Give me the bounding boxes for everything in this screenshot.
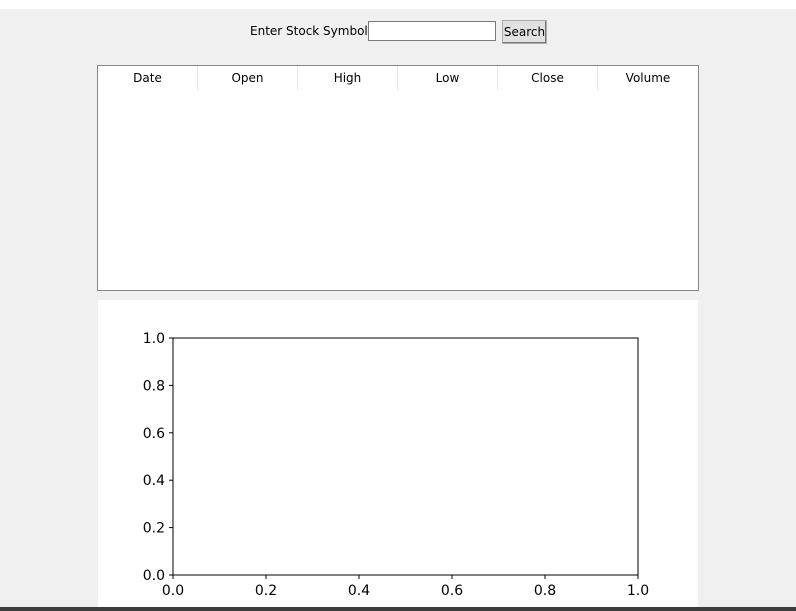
search-label: Enter Stock Symbol: — [250, 24, 372, 38]
search-bar: Enter Stock Symbol: Search — [0, 20, 796, 44]
y-tick-label: 0.0 — [143, 568, 165, 584]
bottom-strip — [0, 607, 796, 611]
column-header-date[interactable]: Date — [98, 66, 198, 90]
y-tick-label: 0.6 — [143, 426, 165, 442]
x-tick-label: 0.2 — [255, 583, 277, 599]
x-tick-label: 0.0 — [162, 583, 184, 599]
x-tick-label: 0.6 — [441, 583, 463, 599]
column-header-open[interactable]: Open — [198, 66, 298, 90]
column-header-low[interactable]: Low — [398, 66, 498, 90]
y-tick-label: 0.8 — [143, 378, 165, 394]
app-window: Enter Stock Symbol: Search Date Open Hig… — [0, 0, 796, 611]
plot-area — [172, 337, 639, 576]
title-strip — [0, 0, 796, 9]
x-tick-label: 0.8 — [534, 583, 556, 599]
search-button[interactable]: Search — [502, 20, 547, 44]
column-header-volume[interactable]: Volume — [598, 66, 698, 90]
x-tick-label: 0.4 — [348, 583, 370, 599]
table-header: Date Open High Low Close Volume — [98, 66, 698, 90]
stock-chart: 0.0 0.2 0.4 0.6 0.8 1.0 0.0 0.2 0.4 0.6 0.8 1.0 — [143, 331, 649, 599]
x-tick-label: 1.0 — [627, 583, 649, 599]
table-body — [98, 90, 698, 290]
y-tick-label: 1.0 — [143, 331, 165, 347]
y-tick-label: 0.4 — [143, 473, 165, 489]
column-header-high[interactable]: High — [298, 66, 398, 90]
stock-symbol-input[interactable] — [368, 21, 496, 41]
y-tick-label: 0.2 — [143, 521, 165, 537]
chart-canvas: 0.0 0.2 0.4 0.6 0.8 1.0 0.0 0.2 0.4 0.6 0.8 1.0 — [98, 300, 698, 611]
stock-data-table[interactable]: Date Open High Low Close Volume — [97, 65, 699, 291]
column-header-close[interactable]: Close — [498, 66, 598, 90]
